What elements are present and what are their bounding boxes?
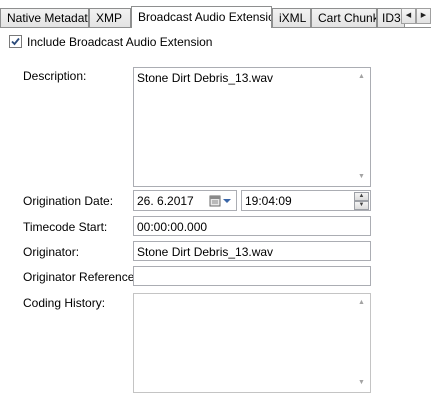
tab-xmp[interactable]: XMP bbox=[89, 8, 131, 27]
timecode-start-input[interactable]: 00:00:00.000 bbox=[133, 216, 371, 236]
description-scrollbar[interactable]: ▲ ▼ bbox=[353, 68, 370, 186]
origination-time-value: 19:04:09 bbox=[245, 194, 292, 208]
origination-time-input[interactable]: 19:04:09 ▲ ▼ bbox=[241, 190, 371, 211]
spin-up-icon[interactable]: ▲ bbox=[354, 192, 369, 201]
coding-history-label: Coding History: bbox=[23, 296, 106, 310]
description-textarea[interactable]: Stone Dirt Debris_13.wav ▲ ▼ bbox=[133, 67, 371, 187]
tab-label: XMP bbox=[96, 11, 123, 25]
scroll-up-icon[interactable]: ▲ bbox=[357, 73, 366, 81]
description-label: Description: bbox=[23, 69, 87, 83]
origination-date-label: Origination Date: bbox=[23, 194, 114, 208]
timecode-start-label: Timecode Start: bbox=[23, 220, 108, 234]
originator-reference-input[interactable] bbox=[133, 266, 371, 286]
scroll-up-icon[interactable]: ▲ bbox=[357, 299, 366, 307]
spin-down-icon[interactable]: ▼ bbox=[354, 201, 369, 210]
scroll-down-icon[interactable]: ▼ bbox=[357, 379, 366, 387]
originator-reference-label: Originator Reference: bbox=[23, 270, 138, 284]
origination-date-value: 26. 6.2017 bbox=[137, 194, 194, 208]
tab-native-metadata[interactable]: Native Metadata bbox=[0, 8, 89, 27]
origination-date-picker[interactable]: 26. 6.2017 bbox=[133, 190, 237, 211]
tab-cart-chunk[interactable]: Cart Chunk bbox=[311, 8, 377, 27]
checkmark-icon bbox=[11, 37, 20, 46]
tab-label: Cart Chunk bbox=[318, 11, 377, 25]
triangle-left-icon[interactable]: ◀ bbox=[401, 8, 416, 24]
tab-ixml[interactable]: iXML bbox=[272, 8, 311, 27]
tab-label: iXML bbox=[279, 11, 307, 25]
include-bext-label: Include Broadcast Audio Extension bbox=[27, 35, 213, 49]
date-dropdown-button[interactable] bbox=[207, 192, 235, 210]
coding-history-scrollbar[interactable]: ▲ ▼ bbox=[353, 294, 370, 392]
timecode-start-value: 00:00:00.000 bbox=[137, 220, 208, 234]
tab-label: ID3 bbox=[382, 11, 401, 25]
include-bext-checkbox[interactable] bbox=[9, 35, 22, 48]
tab-broadcast-audio-extension[interactable]: Broadcast Audio Extension bbox=[131, 6, 272, 28]
time-spinner: ▲ ▼ bbox=[354, 192, 369, 210]
originator-value: Stone Dirt Debris_13.wav bbox=[137, 245, 274, 259]
originator-label: Originator: bbox=[23, 245, 80, 259]
calendar-icon bbox=[209, 195, 221, 207]
tab-label: Broadcast Audio Extension bbox=[138, 10, 272, 24]
description-value: Stone Dirt Debris_13.wav bbox=[137, 71, 274, 85]
chevron-down-icon bbox=[223, 199, 231, 203]
scroll-down-icon[interactable]: ▼ bbox=[357, 173, 366, 181]
tab-label: Native Metadata bbox=[7, 11, 89, 25]
triangle-right-icon[interactable]: ▶ bbox=[416, 8, 431, 24]
coding-history-textarea[interactable]: ▲ ▼ bbox=[133, 293, 371, 393]
tab-strip: Native Metadata XMP Broadcast Audio Exte… bbox=[0, 0, 431, 28]
originator-input[interactable]: Stone Dirt Debris_13.wav bbox=[133, 241, 371, 261]
